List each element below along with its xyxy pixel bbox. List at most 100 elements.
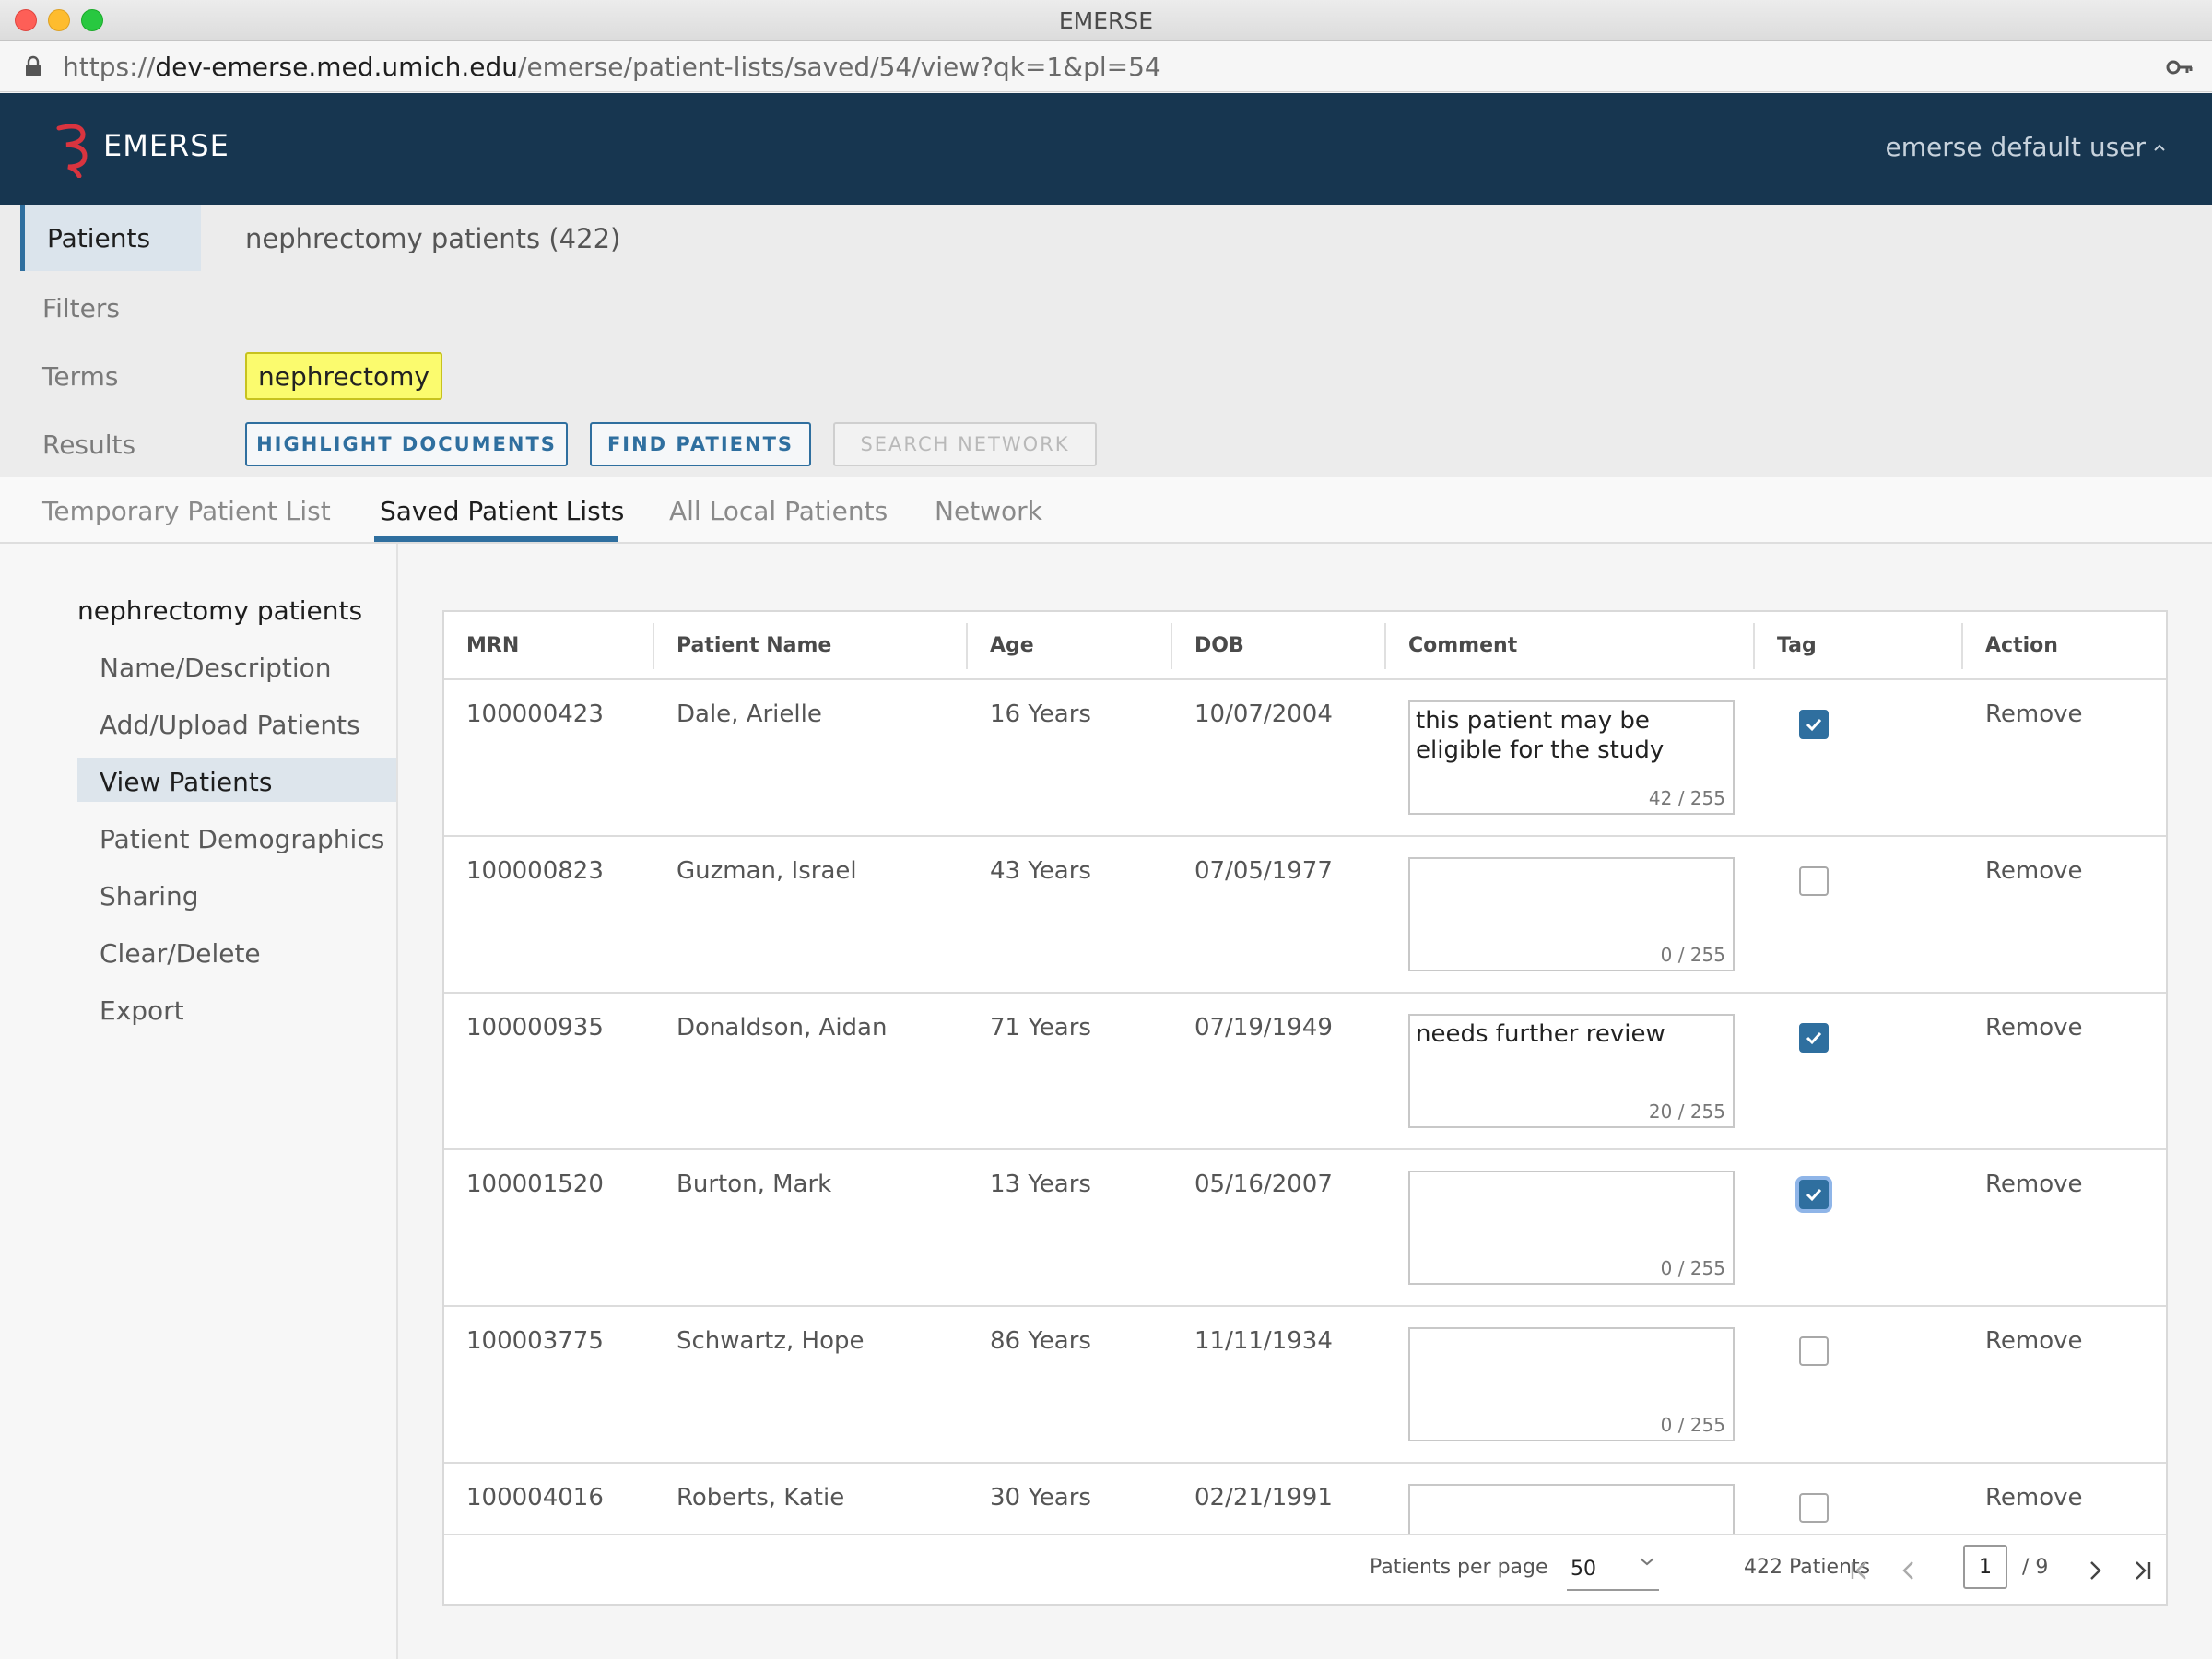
sidebar-item-export[interactable]: Export [77, 986, 396, 1030]
cell-age: 71 Years [990, 1014, 1091, 1041]
cell-patient-name: Donaldson, Aidan [677, 1014, 888, 1041]
page-count: / 9 [2022, 1556, 2049, 1579]
tab-all-local-patients[interactable]: All Local Patients [669, 496, 888, 526]
column-divider [1384, 623, 1386, 669]
column-header-comment[interactable]: Comment [1408, 634, 1517, 657]
cell-dob: 02/21/1991 [1194, 1484, 1333, 1512]
address-bar[interactable]: https://dev-emerse.med.umich.edu/emerse/… [0, 41, 2212, 92]
per-page-select[interactable]: 50 [1567, 1545, 1659, 1591]
cell-patient-name: Roberts, Katie [677, 1484, 845, 1512]
comment-char-count: 0 / 255 [1660, 944, 1725, 966]
remove-button[interactable]: Remove [1985, 1014, 2083, 1041]
find-patients-button[interactable]: FIND PATIENTS [590, 422, 811, 466]
table-row: 100003775 Schwartz, Hope 86 Years 11/11/… [444, 1307, 2166, 1464]
tab-network[interactable]: Network [935, 496, 1042, 526]
cell-mrn: 100000823 [466, 857, 604, 885]
comment-char-count: 0 / 255 [1660, 1414, 1725, 1436]
check-icon [1806, 1031, 1822, 1045]
sidebar-item-add-upload-patients[interactable]: Add/Upload Patients [77, 700, 396, 745]
user-menu[interactable]: emerse default user [1886, 132, 2166, 162]
remove-button[interactable]: Remove [1985, 1171, 2083, 1198]
app-header: EMERSE emerse default user [0, 93, 2212, 205]
column-header-mrn[interactable]: MRN [466, 634, 519, 657]
column-header-dob[interactable]: DOB [1194, 634, 1244, 657]
tag-checkbox[interactable] [1799, 710, 1829, 739]
remove-button[interactable]: Remove [1985, 1484, 2083, 1512]
cell-age: 43 Years [990, 857, 1091, 885]
tag-checkbox[interactable] [1799, 1336, 1829, 1366]
next-page-icon[interactable] [2085, 1559, 2105, 1582]
cell-patient-name: Dale, Arielle [677, 700, 822, 728]
remove-button[interactable]: Remove [1985, 1327, 2083, 1355]
tab-temporary-patient-list[interactable]: Temporary Patient List [42, 496, 331, 526]
remove-button[interactable]: Remove [1985, 700, 2083, 728]
comment-char-count: 20 / 255 [1648, 1100, 1725, 1123]
window-titlebar: EMERSE [0, 0, 2212, 41]
cell-age: 16 Years [990, 700, 1091, 728]
comment-field[interactable]: 0 / 255 [1408, 857, 1735, 971]
check-icon [1806, 1188, 1822, 1202]
comment-field[interactable]: this patient may be eligible for the stu… [1408, 700, 1735, 815]
tag-checkbox[interactable] [1799, 1180, 1829, 1209]
column-divider [653, 623, 654, 669]
lock-icon [26, 55, 41, 76]
chevron-down-icon [1640, 1558, 1654, 1566]
column-header-action[interactable]: Action [1985, 634, 2058, 657]
prev-page-icon[interactable] [1899, 1559, 1919, 1582]
comment-text: needs further review [1416, 1020, 1665, 1048]
term-chip[interactable]: nephrectomy [245, 352, 442, 400]
key-icon[interactable] [2166, 57, 2194, 77]
emerse-logo-icon[interactable] [53, 121, 96, 178]
query-label-patients[interactable]: Patients [20, 205, 201, 271]
sidebar-item-sharing[interactable]: Sharing [77, 872, 396, 916]
cell-age: 13 Years [990, 1171, 1091, 1198]
page-number-input[interactable]: 1 [1963, 1545, 2007, 1589]
tag-checkbox[interactable] [1799, 1493, 1829, 1523]
sidebar-item-patient-demographics[interactable]: Patient Demographics [77, 815, 396, 859]
column-header-tag[interactable]: Tag [1777, 634, 1817, 657]
cell-dob: 07/05/1977 [1194, 857, 1333, 885]
last-page-icon[interactable] [2133, 1559, 2153, 1582]
tag-checkbox[interactable] [1799, 866, 1829, 896]
column-header-age[interactable]: Age [990, 634, 1034, 657]
cell-mrn: 100000423 [466, 700, 604, 728]
comment-char-count: 0 / 255 [1660, 1257, 1725, 1279]
comment-field[interactable]: 0 / 255 [1408, 1171, 1735, 1285]
app-name[interactable]: EMERSE [103, 128, 229, 163]
tab-saved-patient-lists[interactable]: Saved Patient Lists [380, 496, 624, 526]
table-row: 100000823 Guzman, Israel 43 Years 07/05/… [444, 837, 2166, 994]
comment-field[interactable]: needs further review 20 / 255 [1408, 1014, 1735, 1128]
cell-mrn: 100000935 [466, 1014, 604, 1041]
cell-dob: 07/19/1949 [1194, 1014, 1333, 1041]
sidebar-item-name-description[interactable]: Name/Description [77, 643, 396, 688]
sidebar-item-clear-delete[interactable]: Clear/Delete [77, 929, 396, 973]
patient-list-tabs: Temporary Patient List Saved Patient Lis… [0, 477, 2212, 544]
cell-patient-name: Guzman, Israel [677, 857, 857, 885]
comment-text: this patient may be eligible for the stu… [1416, 707, 1665, 764]
cell-mrn: 100004016 [466, 1484, 604, 1512]
column-divider [966, 623, 968, 669]
search-network-button[interactable]: SEARCH NETWORK [833, 422, 1097, 466]
query-label-filters[interactable]: Filters [42, 293, 120, 324]
column-header-patient-name[interactable]: Patient Name [677, 634, 831, 657]
comment-field[interactable]: 0 / 255 [1408, 1327, 1735, 1441]
tag-checkbox[interactable] [1799, 1023, 1829, 1053]
first-page-icon[interactable] [1849, 1559, 1869, 1582]
remove-button[interactable]: Remove [1985, 857, 2083, 885]
per-page-label: Patients per page [1370, 1556, 1548, 1579]
query-label-terms[interactable]: Terms [42, 361, 118, 392]
url-text[interactable]: https://dev-emerse.med.umich.edu/emerse/… [63, 52, 1161, 82]
highlight-documents-button[interactable]: HIGHLIGHT DOCUMENTS [245, 422, 568, 466]
window-title: EMERSE [1058, 7, 1154, 34]
cell-dob: 05/16/2007 [1194, 1171, 1333, 1198]
table-header: MRN Patient Name Age DOB Comment Tag Act… [444, 612, 2166, 680]
pagination-bar: Patients per page 50 422 Patients 1 / 9 [444, 1534, 2166, 1604]
cell-age: 30 Years [990, 1484, 1091, 1512]
cell-patient-name: Burton, Mark [677, 1171, 832, 1198]
cell-mrn: 100003775 [466, 1327, 604, 1355]
url-host: dev-emerse.med.umich.edu [155, 52, 519, 82]
query-label-results[interactable]: Results [42, 429, 135, 460]
sidebar-item-view-patients[interactable]: View Patients [77, 758, 396, 802]
column-divider [1171, 623, 1172, 669]
comment-char-count: 42 / 255 [1648, 787, 1725, 809]
